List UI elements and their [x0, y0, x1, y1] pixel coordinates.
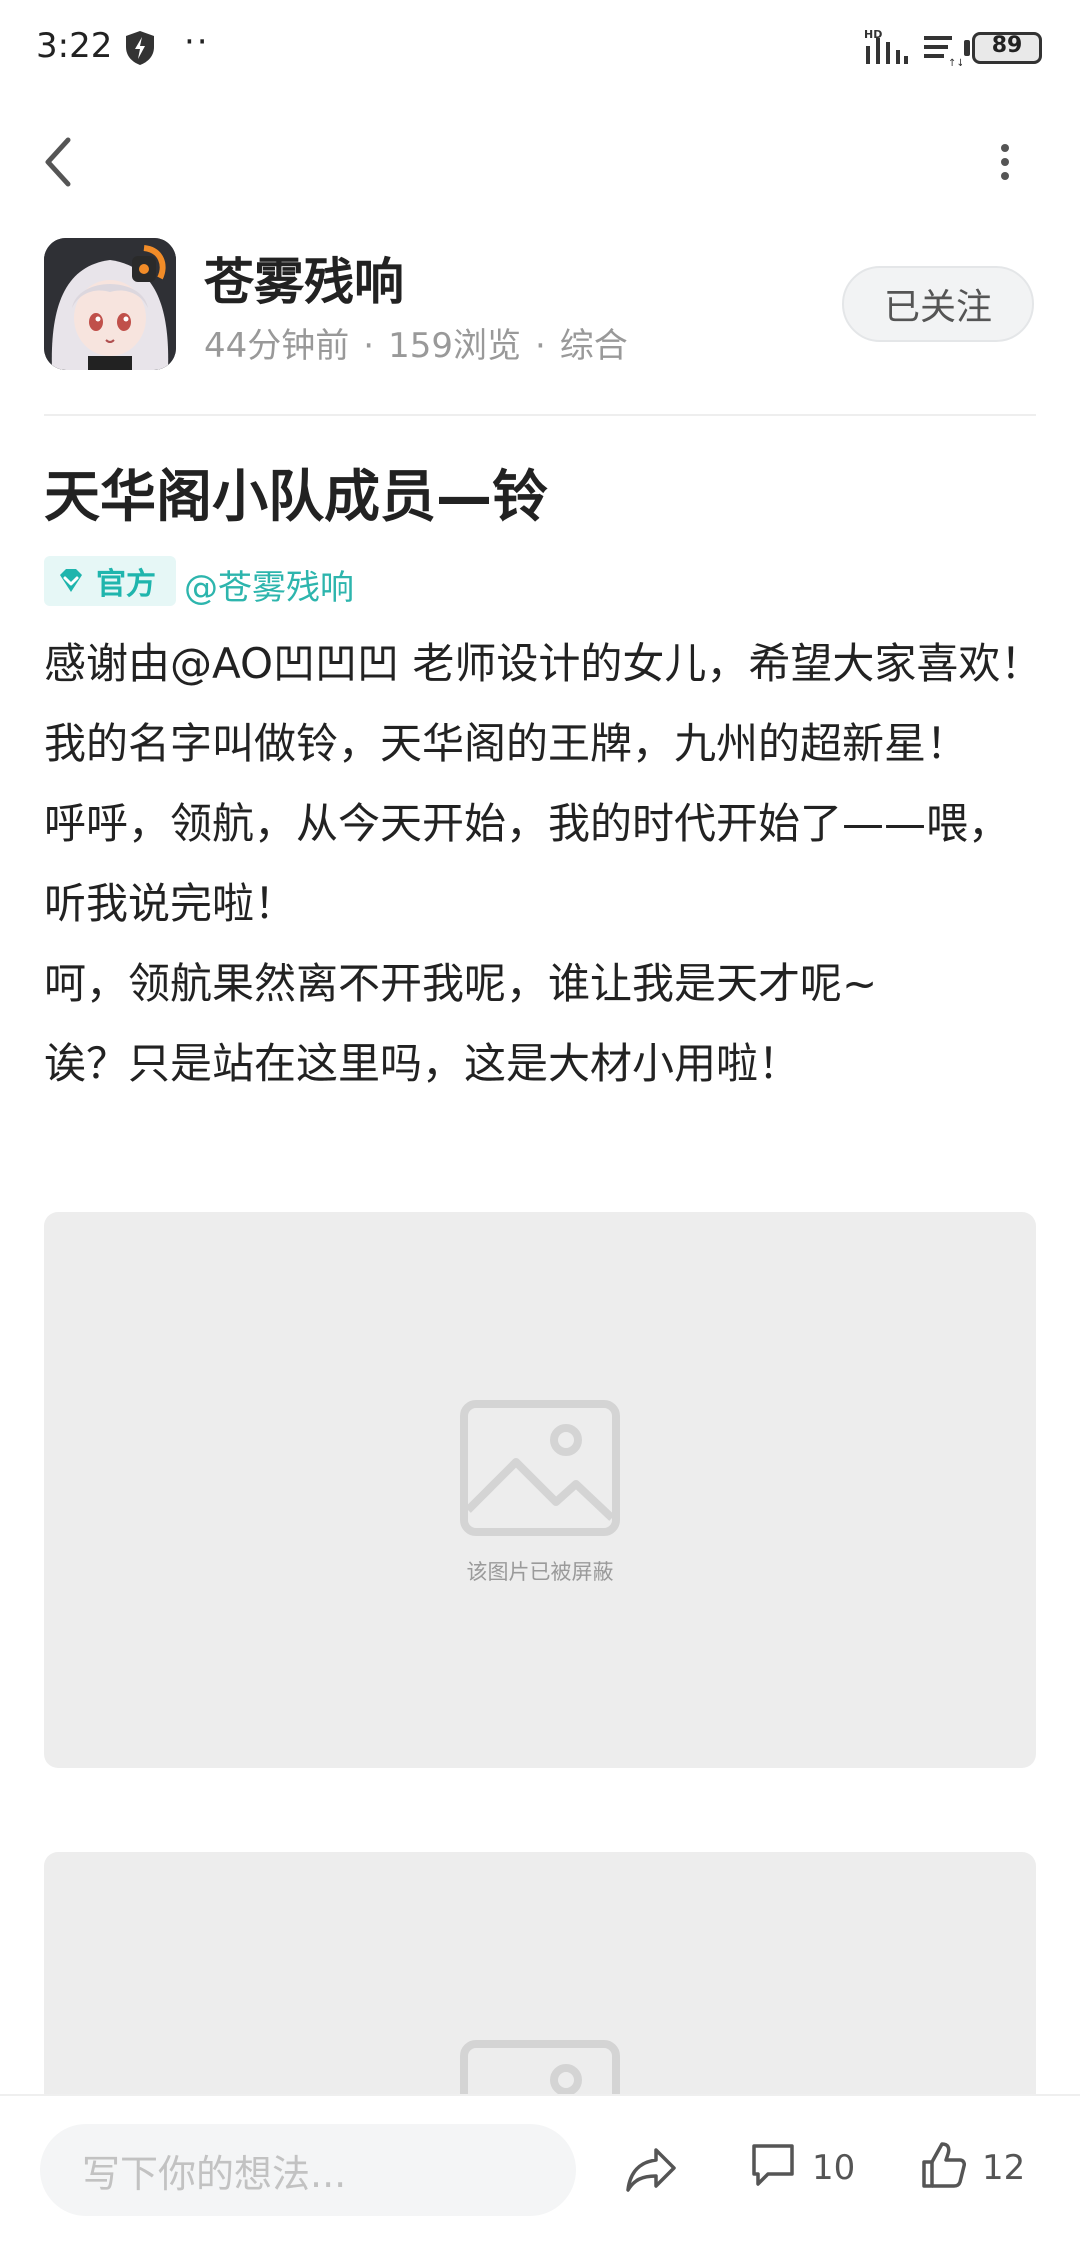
post-views: 159浏览: [388, 326, 521, 366]
official-badge-label: 官方: [96, 567, 156, 602]
post-image-2[interactable]: [44, 1852, 1036, 2132]
battery-nub: [964, 40, 970, 56]
comment-count[interactable]: 10: [812, 2148, 855, 2188]
post-title: 天华阁小队成员—铃: [44, 465, 548, 530]
post-paragraph: 呼呼，领航，从今天开始，我的时代开始了——喂，听我说完啦！: [44, 799, 1011, 928]
avatar-illustration: [44, 238, 176, 370]
post-paragraph: 诶？只是站在这里吗，这是大材小用啦！: [44, 1039, 801, 1088]
author-mention-link[interactable]: @苍雾残响: [184, 560, 354, 609]
battery-icon: 89: [972, 32, 1042, 64]
image-blocked-text: 该图片已被屏蔽: [466, 1560, 614, 1584]
status-time: 3:22: [36, 26, 113, 66]
post-time: 44分钟前: [204, 326, 350, 366]
status-extra: ··: [184, 22, 210, 62]
shield-icon: [126, 31, 154, 65]
post-category: 综合: [559, 326, 628, 366]
comment-icon[interactable]: [750, 2142, 796, 2190]
follow-button[interactable]: 已关注: [842, 266, 1034, 342]
official-badge: 官方: [44, 556, 176, 606]
post-image-1[interactable]: 该图片已被屏蔽: [44, 1212, 1036, 1768]
comment-input[interactable]: 写下你的想法...: [40, 2124, 576, 2216]
status-bar: 3:22 ·· HD ↑↓ 89: [0, 0, 1080, 96]
back-icon[interactable]: [38, 132, 78, 192]
network-icon: ↑↓: [924, 36, 962, 68]
battery-level: 89: [991, 33, 1023, 58]
svg-text:↑↓: ↑↓: [948, 58, 962, 68]
post-paragraph: 感谢由@AO凹凹凹 老师设计的女儿，希望大家喜欢！: [44, 639, 1043, 688]
more-icon[interactable]: [990, 140, 1020, 184]
like-icon[interactable]: [920, 2140, 966, 2190]
official-check-icon: [60, 569, 82, 592]
meta-separator: ·: [363, 326, 375, 366]
image-placeholder-icon: [460, 1400, 620, 1536]
share-icon[interactable]: [624, 2142, 678, 2196]
post-meta: 44分钟前 · 159浏览 · 综合: [204, 318, 628, 367]
like-count[interactable]: 12: [982, 2148, 1025, 2188]
author-avatar[interactable]: [44, 238, 176, 370]
signal-icon: HD: [864, 28, 908, 64]
bottom-action-bar: 写下你的想法... 10 12: [0, 2094, 1080, 2246]
post-paragraph: 呵，领航果然离不开我呢，谁让我是天才呢~: [44, 959, 878, 1008]
post-paragraph: 我的名字叫做铃，天华阁的王牌，九州的超新星！: [44, 719, 969, 768]
post-body: 感谢由@AO凹凹凹 老师设计的女儿，希望大家喜欢！ 我的名字叫做铃，天华阁的王牌…: [44, 624, 1044, 1104]
divider: [44, 414, 1036, 416]
author-name[interactable]: 苍雾残响: [204, 242, 404, 314]
meta-separator: ·: [534, 326, 546, 366]
